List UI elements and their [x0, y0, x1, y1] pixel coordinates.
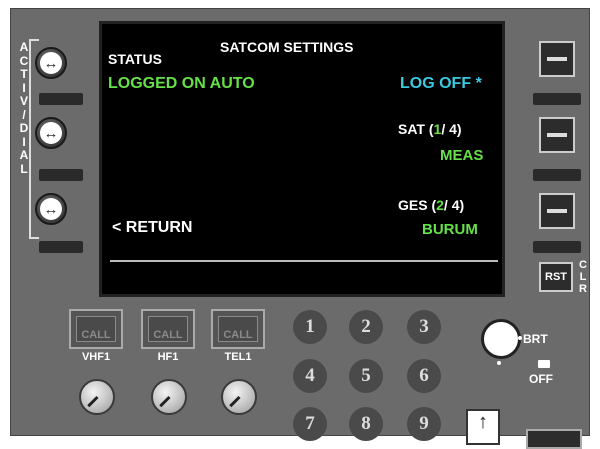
brightness-dot-bottom [497, 361, 501, 365]
keypad-4[interactable]: 4 [293, 359, 327, 393]
dash-icon [547, 209, 567, 213]
return-option[interactable]: < RETURN [112, 220, 192, 236]
swap-button-3[interactable]: ↔ [35, 193, 67, 225]
log-off-star: * [475, 75, 482, 92]
hf1-label: HF1 [157, 351, 179, 363]
call-button-face: CALL [76, 316, 116, 342]
swap-button-2[interactable]: ↔ [35, 117, 67, 149]
log-off-label: LOG OFF [400, 75, 472, 92]
swap-button-1[interactable]: ↔ [35, 47, 67, 79]
ges-value: BURUM [422, 221, 478, 238]
hf1-volume-knob[interactable] [151, 379, 187, 415]
status-label: STATUS [108, 51, 162, 67]
keypad-2[interactable]: 2 [349, 310, 383, 344]
right-line-select-key-3[interactable] [539, 193, 575, 229]
clear-label: CLR [579, 259, 587, 295]
ges-label: GES (2/ 4) [398, 197, 465, 213]
right-indicator-bar-2 [533, 169, 581, 181]
tel1-label: TEL1 [224, 351, 252, 363]
page-title: SATCOM SETTINGS [220, 39, 354, 55]
mcdu-display: SATCOM SETTINGS STATUS LOGGED ON AUTO LO… [99, 21, 505, 297]
tel1-volume-knob[interactable] [221, 379, 257, 415]
sat-label: SAT (1/ 4) [398, 121, 462, 137]
keypad-5[interactable]: 5 [349, 359, 383, 393]
off-indicator [538, 360, 550, 368]
sat-value: MEAS [440, 147, 484, 164]
right-line-select-key-1[interactable] [539, 41, 575, 77]
arrow-up-icon: ↑ [478, 411, 488, 433]
keypad-3[interactable]: 3 [407, 310, 441, 344]
call-button-face: CALL [218, 316, 258, 342]
bottom-right-button[interactable] [526, 429, 582, 449]
vhf1-label: VHF1 [81, 351, 111, 363]
keypad-1[interactable]: 1 [293, 310, 327, 344]
right-indicator-bar-1 [533, 93, 581, 105]
swap-arrows-icon: ↔ [40, 198, 62, 220]
scratchpad-separator [110, 260, 498, 262]
up-arrow-button[interactable]: ↑ [466, 409, 500, 445]
brt-label: BRT [523, 332, 548, 346]
brightness-dot-top [518, 336, 522, 340]
status-value: LOGGED ON AUTO [108, 75, 255, 92]
call-button-hf1[interactable]: CALL [141, 309, 195, 349]
swap-arrows-icon: ↔ [40, 122, 62, 144]
dash-icon [547, 57, 567, 61]
active-dial-label: A C T I V / D I A L [19, 40, 29, 176]
off-label: OFF [529, 372, 553, 386]
brightness-knob[interactable] [481, 319, 521, 359]
satcom-control-panel: A C T I V / D I A L ↔ ↔ ↔ SATCOM SETTINGS STATUS … [10, 8, 590, 449]
reset-button[interactable]: RST [539, 262, 573, 292]
keypad-6[interactable]: 6 [407, 359, 441, 393]
call-button-tel1[interactable]: CALL [211, 309, 265, 349]
right-line-select-key-2[interactable] [539, 117, 575, 153]
log-off-option[interactable]: LOG OFF * [400, 76, 482, 92]
left-indicator-bar-2 [39, 169, 83, 181]
left-indicator-bar-3 [39, 241, 83, 253]
call-button-face: CALL [148, 316, 188, 342]
swap-arrows-icon: ↔ [40, 52, 62, 74]
left-indicator-bar-1 [39, 93, 83, 105]
right-indicator-bar-3 [533, 241, 581, 253]
call-button-vhf1[interactable]: CALL [69, 309, 123, 349]
dash-icon [547, 133, 567, 137]
ges-index: 2 [436, 197, 444, 213]
vhf1-volume-knob[interactable] [79, 379, 115, 415]
